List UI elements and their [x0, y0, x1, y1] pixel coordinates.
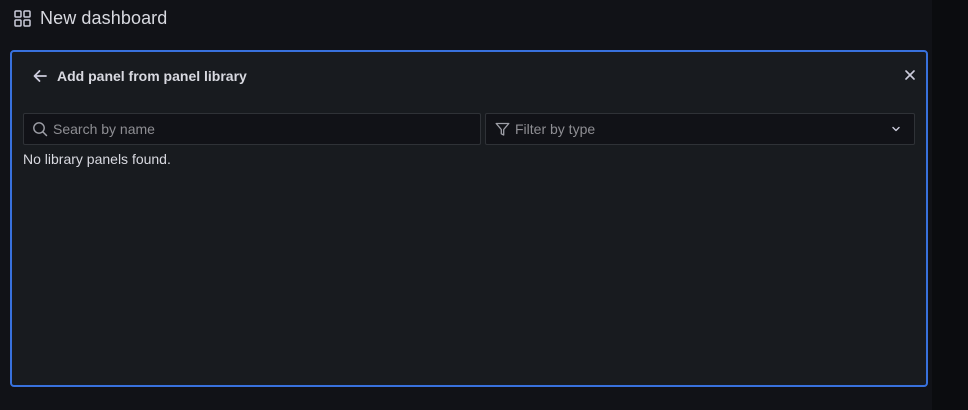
search-field[interactable]: [23, 113, 481, 145]
panel-title: Add panel from panel library: [57, 68, 247, 84]
dashboard-header: New dashboard: [14, 6, 167, 30]
search-input[interactable]: [53, 115, 480, 143]
apps-grid-icon: [14, 9, 31, 27]
panel-header: Add panel from panel library: [32, 66, 247, 86]
filter-by-type-select[interactable]: Filter by type: [485, 113, 915, 145]
add-panel-library-panel: Add panel from panel library Filter by t…: [10, 50, 928, 387]
close-icon: [905, 70, 915, 80]
filter-icon: [495, 122, 510, 136]
dashboard-page: New dashboard Add panel from panel libra…: [0, 0, 968, 410]
arrow-left-icon: [33, 70, 47, 82]
close-button[interactable]: [902, 67, 918, 83]
right-edge-strip: [932, 0, 968, 410]
filter-placeholder: Filter by type: [515, 121, 596, 137]
back-button[interactable]: [32, 68, 48, 84]
chevron-down-icon: [892, 126, 900, 132]
search-icon: [33, 122, 48, 137]
empty-state-message: No library panels found.: [23, 151, 171, 167]
dashboard-title: New dashboard: [40, 7, 168, 28]
